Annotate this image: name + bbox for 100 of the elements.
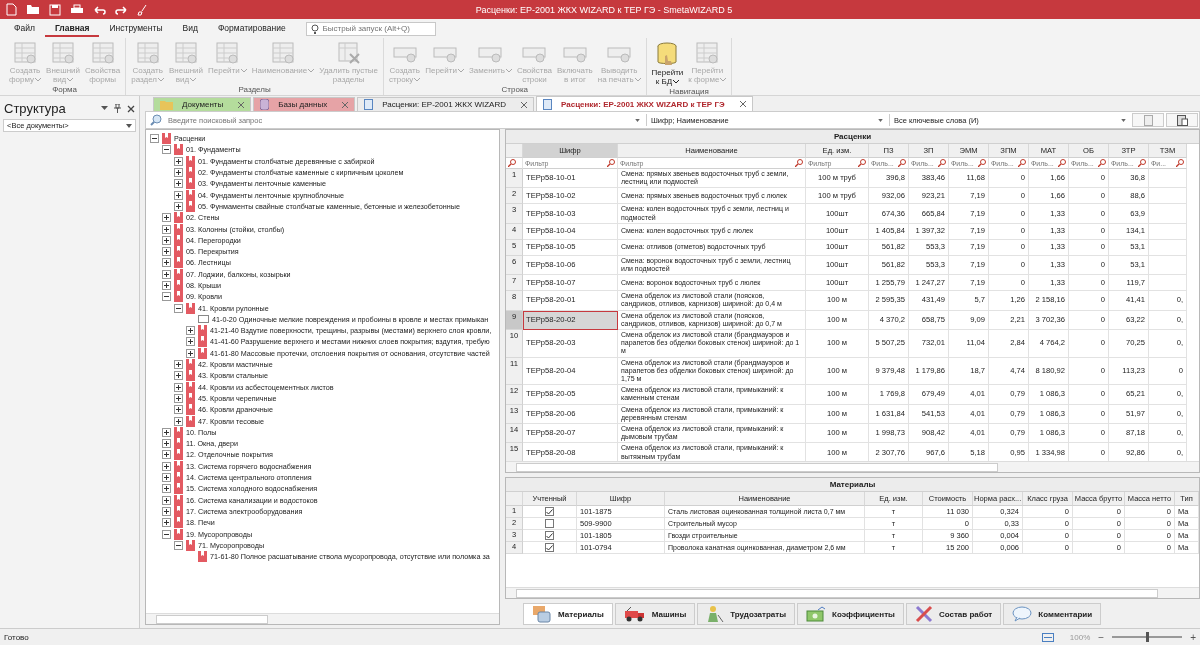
toolbar-button[interactable]: [1166, 113, 1198, 127]
printer-icon[interactable]: [70, 4, 84, 15]
book-icon: [174, 257, 183, 269]
expand-toggle[interactable]: [174, 371, 183, 381]
save-icon[interactable]: [49, 3, 61, 16]
expand-toggle[interactable]: [162, 529, 171, 539]
horizontal-scrollbar[interactable]: [506, 587, 1199, 598]
expand-toggle[interactable]: [162, 281, 171, 290]
menu-tab[interactable]: Инструменты: [99, 20, 173, 37]
horizontal-scrollbar[interactable]: [146, 613, 499, 624]
expand-toggle[interactable]: [162, 461, 171, 471]
search-icon: [1176, 159, 1184, 167]
expand-toggle[interactable]: [186, 348, 195, 358]
document-tab[interactable]: Расценки: ЕР-2001 ЖКХ WIZARD: [357, 97, 534, 111]
checkbox[interactable]: [545, 543, 554, 552]
fit-width-icon[interactable]: [1041, 632, 1054, 642]
expand-toggle[interactable]: [174, 540, 183, 550]
expand-toggle[interactable]: [174, 190, 183, 200]
document-tab[interactable]: Базы данных: [253, 97, 356, 111]
ribbon-button[interactable]: Перейти к БД: [649, 40, 686, 87]
expand-toggle[interactable]: [174, 416, 183, 426]
expand-toggle[interactable]: [174, 382, 183, 392]
expand-toggle[interactable]: [174, 179, 183, 189]
scroll-thumb[interactable]: [516, 589, 1158, 598]
horizontal-scrollbar[interactable]: [506, 461, 1199, 472]
expand-toggle[interactable]: [162, 292, 171, 302]
scroll-thumb[interactable]: [156, 615, 268, 624]
brush-icon[interactable]: [137, 3, 148, 16]
book-icon: [174, 268, 183, 280]
expand-toggle[interactable]: [162, 473, 171, 483]
zoom-out-button[interactable]: −: [1098, 631, 1105, 643]
expand-toggle[interactable]: [174, 168, 183, 178]
expand-toggle[interactable]: [162, 450, 171, 460]
detail-tab[interactable]: Коэффициенты: [797, 603, 904, 625]
close-icon[interactable]: [521, 101, 527, 108]
expand-toggle[interactable]: [174, 201, 183, 211]
slider-thumb[interactable]: [1146, 632, 1150, 642]
folder-icon[interactable]: [26, 4, 40, 15]
document-icon: [1143, 114, 1153, 126]
search-icon: [795, 159, 803, 167]
caret-icon: [457, 68, 464, 73]
detail-tab[interactable]: Трудозатраты: [697, 603, 795, 625]
dropdown-icon[interactable]: [101, 106, 108, 111]
book-icon: [174, 494, 183, 506]
window-title: Расценки: ЕР-2001 ЖКХ WIZARD к ТЕР ГЭ - SmetaWIZARD 5: [474, 4, 734, 15]
menu-tab[interactable]: Вид: [172, 20, 208, 37]
menu-tab[interactable]: Форматирование: [207, 20, 296, 37]
expand-toggle[interactable]: [162, 258, 171, 268]
expand-toggle[interactable]: [162, 439, 171, 449]
bulb-icon: [310, 23, 319, 35]
close-icon[interactable]: [739, 101, 746, 107]
new-file-icon[interactable]: [6, 3, 17, 16]
redo-icon[interactable]: [115, 4, 128, 15]
checkbox[interactable]: [545, 531, 554, 540]
detail-tab[interactable]: Материалы: [523, 603, 613, 625]
expand-toggle[interactable]: [174, 360, 183, 370]
worker-icon: [706, 605, 725, 623]
expand-toggle[interactable]: [162, 269, 171, 279]
detail-tab[interactable]: Машины: [614, 603, 696, 625]
book-icon: [186, 415, 195, 427]
expand-toggle[interactable]: [174, 303, 183, 313]
empty-cell: [1149, 239, 1187, 256]
empty-cell: [1149, 169, 1187, 189]
checkbox[interactable]: [545, 507, 554, 516]
checkbox[interactable]: [545, 519, 554, 528]
expand-toggle[interactable]: [162, 247, 171, 257]
expand-toggle[interactable]: [162, 506, 171, 516]
detail-tab[interactable]: Состав работ: [905, 603, 1002, 625]
expand-toggle[interactable]: [150, 134, 159, 144]
caret-icon: [308, 68, 315, 73]
expand-toggle[interactable]: [162, 427, 171, 437]
quick-launch-field[interactable]: Быстрый запуск (Alt+Q): [305, 21, 436, 36]
expand-toggle[interactable]: [174, 405, 183, 415]
expand-toggle[interactable]: [162, 484, 171, 494]
table-icon: [270, 41, 295, 65]
pin-icon[interactable]: [114, 104, 121, 113]
table-title: Расценки: [506, 130, 1199, 144]
expand-toggle[interactable]: [186, 337, 195, 347]
expand-toggle[interactable]: [162, 145, 171, 155]
document-tab[interactable]: Документы: [153, 97, 252, 111]
expand-toggle[interactable]: [162, 235, 171, 245]
expand-toggle[interactable]: [162, 213, 171, 223]
close-icon[interactable]: [127, 104, 135, 113]
empty-cell: [1149, 204, 1187, 224]
expand-toggle[interactable]: [162, 518, 171, 528]
scroll-thumb[interactable]: [516, 463, 998, 472]
expand-toggle[interactable]: [186, 326, 195, 336]
close-icon[interactable]: [238, 101, 245, 108]
detail-tab[interactable]: Комментарии: [1003, 603, 1102, 625]
menu-tab[interactable]: Файл: [4, 20, 45, 37]
empty-cell: [1149, 275, 1187, 292]
book-icon: [174, 517, 183, 529]
expand-toggle[interactable]: [174, 156, 183, 166]
zoom-in-button[interactable]: +: [1190, 631, 1196, 643]
expand-toggle[interactable]: [162, 224, 171, 234]
document-tab[interactable]: Расценки: ЕР-2001 ЖКХ WIZARD к ТЕР ГЭ: [536, 96, 753, 111]
expand-toggle[interactable]: [174, 393, 183, 403]
ribbon-group-label: Разделы: [237, 85, 272, 96]
undo-icon[interactable]: [93, 4, 106, 15]
expand-toggle[interactable]: [162, 495, 171, 505]
